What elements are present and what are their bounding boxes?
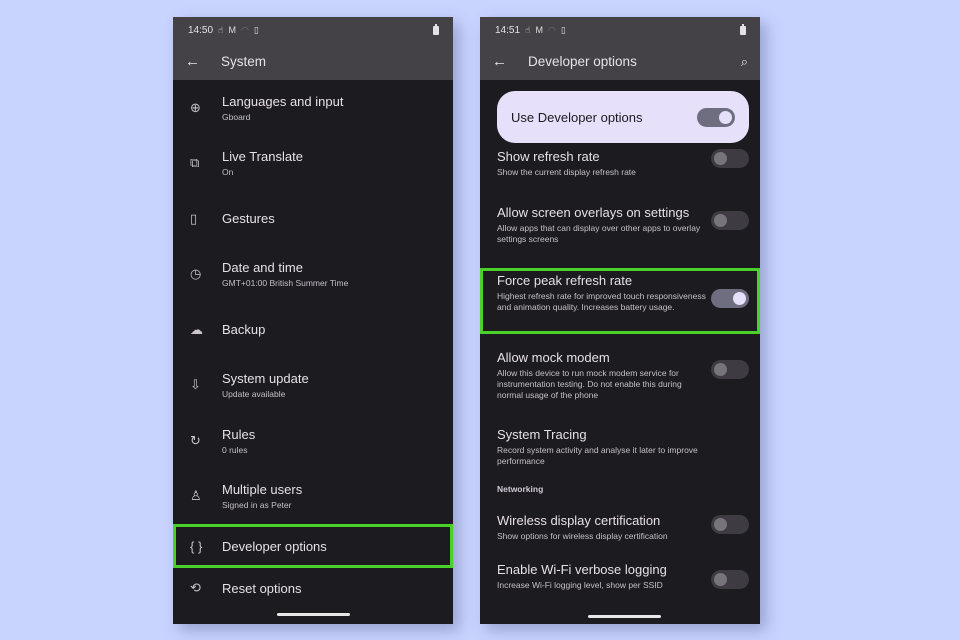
- gmail-icon: M: [228, 25, 237, 35]
- item-subtitle: 0 rules: [222, 444, 248, 455]
- setting-title: Wireless display certification: [497, 513, 661, 528]
- use-developer-options-label: Use Developer options: [511, 109, 643, 125]
- system-settings-screen: 14:50 ☝ M ◠ ▯ ← System ⊕ Languages and i…: [173, 17, 453, 624]
- system-update-icon: ⇩: [190, 377, 201, 393]
- setting-subtitle: Increase Wi-Fi logging level, show per S…: [497, 580, 663, 590]
- developer-options-screen: 14:51 ☝ M ◠ ▯ ← Developer options ⌕ Use …: [480, 17, 760, 624]
- gmail-icon: M: [535, 25, 544, 35]
- settings-item-gestures[interactable]: ▯ Gestures: [173, 191, 453, 247]
- back-arrow-icon[interactable]: ←: [492, 53, 528, 70]
- status-time: 14:51: [495, 24, 521, 36]
- use-developer-options-toggle[interactable]: [697, 107, 735, 127]
- setting-wireless-display-certification[interactable]: Wireless display certification Show optio…: [480, 506, 760, 562]
- setting-allow-mock-modem[interactable]: Allow mock modem Allow this device to run…: [480, 334, 760, 414]
- item-title: System update: [222, 371, 309, 387]
- show-refresh-rate-toggle[interactable]: [711, 149, 749, 168]
- status-bar: 14:51 ☝ M ◠ ▯: [480, 17, 760, 43]
- setting-subtitle: Show options for wireless display certif…: [497, 531, 668, 541]
- person-icon: ♙: [190, 488, 202, 504]
- item-title: Languages and input: [222, 93, 344, 109]
- section-header-networking: Networking: [497, 484, 544, 494]
- setting-title: Force peak refresh rate: [497, 273, 633, 288]
- setting-subtitle: Record system activity and analyse it la…: [497, 445, 698, 466]
- settings-item-backup[interactable]: ☁ Backup: [173, 302, 453, 358]
- setting-title: Show refresh rate: [497, 149, 600, 164]
- setting-title: System Tracing: [497, 427, 587, 442]
- setting-force-peak-refresh-rate[interactable]: Force peak refresh rate Highest refresh r…: [480, 268, 760, 334]
- item-title: Multiple users: [222, 482, 303, 498]
- item-title: Live Translate: [222, 149, 303, 165]
- battery-icon: [433, 23, 439, 35]
- setting-subtitle: Highest refresh rate for improved touch …: [497, 291, 706, 312]
- item-title: Developer options: [222, 538, 327, 554]
- wireless-display-certification-toggle[interactable]: [711, 515, 749, 534]
- page-title: System: [221, 54, 267, 69]
- app-bar: ← System: [173, 43, 453, 80]
- status-bar: 14:50 ☝ M ◠ ▯: [173, 17, 453, 43]
- settings-item-reset-options[interactable]: ⟲ Reset options: [173, 568, 453, 608]
- wifi-icon: ◠: [548, 24, 556, 35]
- settings-item-date-time[interactable]: ◷ Date and time GMT+01:00 British Summer …: [173, 247, 453, 303]
- setting-title: Allow screen overlays on settings: [497, 205, 690, 220]
- setting-title: Allow mock modem: [497, 350, 610, 365]
- wifi-verbose-logging-toggle[interactable]: [711, 570, 749, 589]
- globe-icon: ⊕: [190, 99, 201, 115]
- settings-item-live-translate[interactable]: ⧉ Live Translate On: [173, 136, 453, 192]
- item-subtitle: GMT+01:00 British Summer Time: [222, 278, 349, 289]
- setting-subtitle: Show the current display refresh rate: [497, 167, 636, 177]
- cloud-upload-icon: ☁: [190, 321, 203, 337]
- item-title: Gestures: [222, 211, 275, 227]
- touch-icon: ☝: [525, 24, 531, 35]
- translate-icon: ⧉: [190, 155, 200, 171]
- use-developer-options-card[interactable]: Use Developer options: [497, 91, 749, 143]
- setting-subtitle: Allow this device to run mock modem serv…: [497, 368, 682, 400]
- force-peak-refresh-rate-toggle[interactable]: [711, 289, 749, 308]
- clock-icon: ◷: [190, 266, 202, 282]
- setting-wifi-verbose-logging[interactable]: Enable Wi-Fi verbose logging Increase Wi-…: [480, 562, 760, 612]
- item-title: Reset options: [222, 580, 302, 596]
- settings-item-languages[interactable]: ⊕ Languages and input Gboard: [173, 80, 453, 136]
- settings-item-rules[interactable]: ↻ Rules 0 rules: [173, 413, 453, 469]
- setting-title: Enable Wi-Fi verbose logging: [497, 562, 667, 577]
- battery-icon: [740, 23, 746, 35]
- back-arrow-icon[interactable]: ←: [185, 53, 221, 70]
- touch-icon: ☝: [218, 24, 224, 35]
- item-title: Date and time: [222, 260, 303, 276]
- item-subtitle: On: [222, 167, 234, 178]
- settings-list: ⊕ Languages and input Gboard ⧉ Live Trans…: [173, 80, 453, 608]
- phone-icon: ▯: [253, 24, 259, 35]
- page-title: Developer options: [528, 54, 637, 69]
- allow-screen-overlays-toggle[interactable]: [711, 211, 749, 230]
- gestures-icon: ▯: [190, 210, 198, 226]
- settings-item-system-update[interactable]: ⇩ System update Update available: [173, 358, 453, 414]
- search-icon[interactable]: ⌕: [741, 54, 748, 70]
- item-title: Backup: [222, 322, 266, 338]
- allow-mock-modem-toggle[interactable]: [711, 360, 749, 379]
- history-icon: ⟲: [190, 580, 201, 595]
- braces-icon: { }: [190, 538, 203, 554]
- status-time: 14:50: [188, 24, 214, 36]
- item-title: Rules: [222, 426, 256, 442]
- setting-show-refresh-rate[interactable]: Show refresh rate Show the current displa…: [480, 149, 760, 205]
- item-subtitle: Signed in as Peter: [222, 500, 292, 511]
- item-subtitle: Gboard: [222, 111, 251, 122]
- app-bar: ← Developer options ⌕: [480, 43, 760, 80]
- rules-icon: ↻: [190, 432, 201, 448]
- home-gesture-bar[interactable]: [588, 615, 661, 618]
- setting-allow-screen-overlays[interactable]: Allow screen overlays on settings Allow a…: [480, 205, 760, 268]
- phone-icon: ▯: [560, 24, 566, 35]
- wifi-icon: ◠: [241, 24, 249, 35]
- setting-system-tracing[interactable]: System Tracing Record system activity and…: [480, 414, 760, 484]
- item-subtitle: Update available: [222, 389, 286, 400]
- settings-item-multiple-users[interactable]: ♙ Multiple users Signed in as Peter: [173, 469, 453, 525]
- home-gesture-bar[interactable]: [277, 613, 350, 616]
- settings-item-developer-options[interactable]: { } Developer options: [173, 524, 453, 568]
- setting-subtitle: Allow apps that can display over other a…: [497, 223, 701, 244]
